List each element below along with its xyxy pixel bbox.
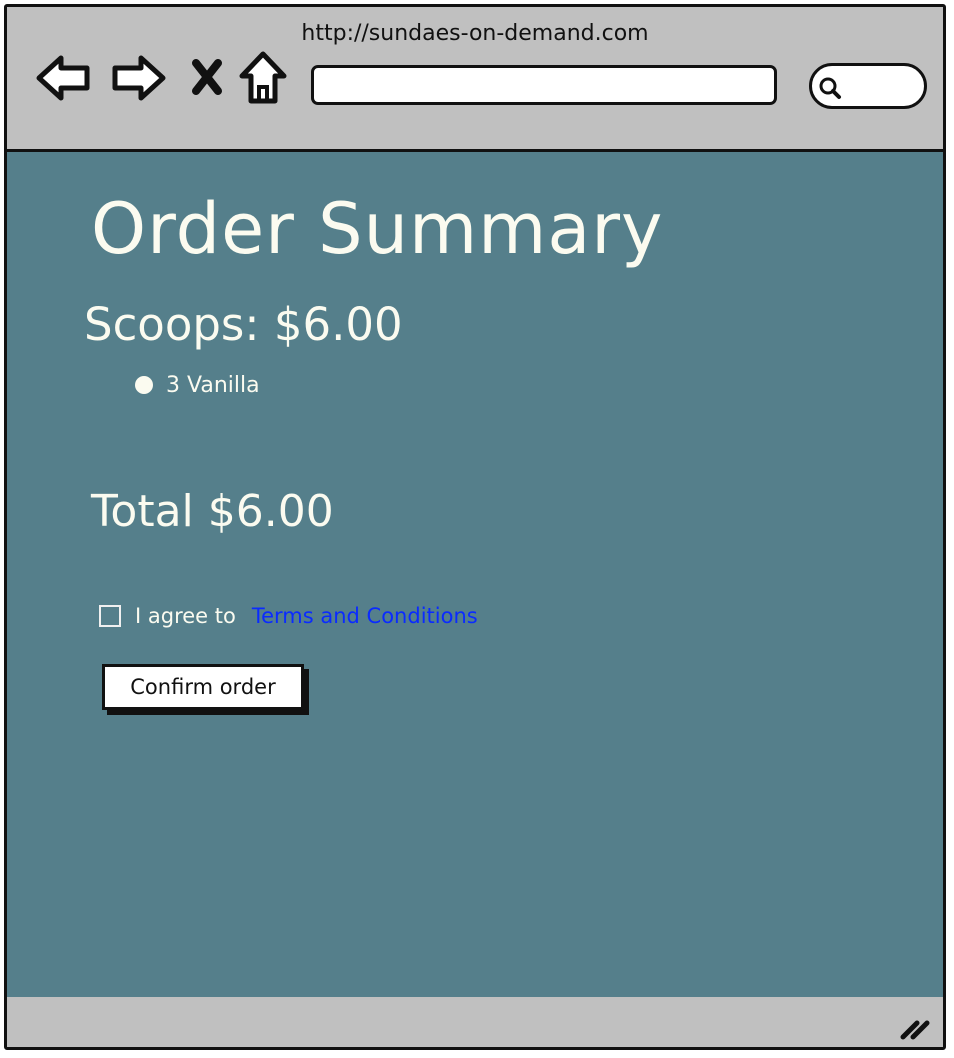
agree-label: I agree to: [135, 604, 236, 628]
search-field[interactable]: [809, 63, 927, 109]
scoops-heading: Scoops: $6.00: [84, 298, 403, 351]
scoop-label: 3 Vanilla: [166, 372, 260, 398]
search-icon: [819, 77, 841, 99]
scoop-list: 3 Vanilla: [135, 370, 260, 400]
page-title: Order Summary: [91, 188, 664, 270]
stop-icon[interactable]: [191, 59, 223, 95]
resize-grip-icon[interactable]: [899, 1017, 933, 1041]
confirm-order-button[interactable]: Confirm order: [102, 664, 304, 710]
browser-window: http://sundaes-on-demand.com Order Summa…: [4, 4, 946, 1050]
page-content: Order Summary Scoops: $6.00 3 Vanilla To…: [7, 149, 943, 1003]
bullet-icon: [135, 376, 153, 394]
order-total: Total $6.00: [91, 486, 334, 537]
url-title: http://sundaes-on-demand.com: [301, 21, 649, 46]
list-item: 3 Vanilla: [135, 370, 260, 400]
back-icon[interactable]: [35, 53, 91, 103]
status-bar: [7, 997, 943, 1047]
browser-toolbar: http://sundaes-on-demand.com: [7, 7, 943, 149]
address-bar[interactable]: [311, 65, 777, 105]
terms-checkbox[interactable]: [99, 605, 121, 627]
terms-link[interactable]: Terms and Conditions: [252, 604, 478, 628]
home-icon[interactable]: [239, 51, 287, 105]
forward-icon[interactable]: [111, 53, 167, 103]
terms-agreement: I agree to Terms and Conditions: [99, 604, 478, 628]
